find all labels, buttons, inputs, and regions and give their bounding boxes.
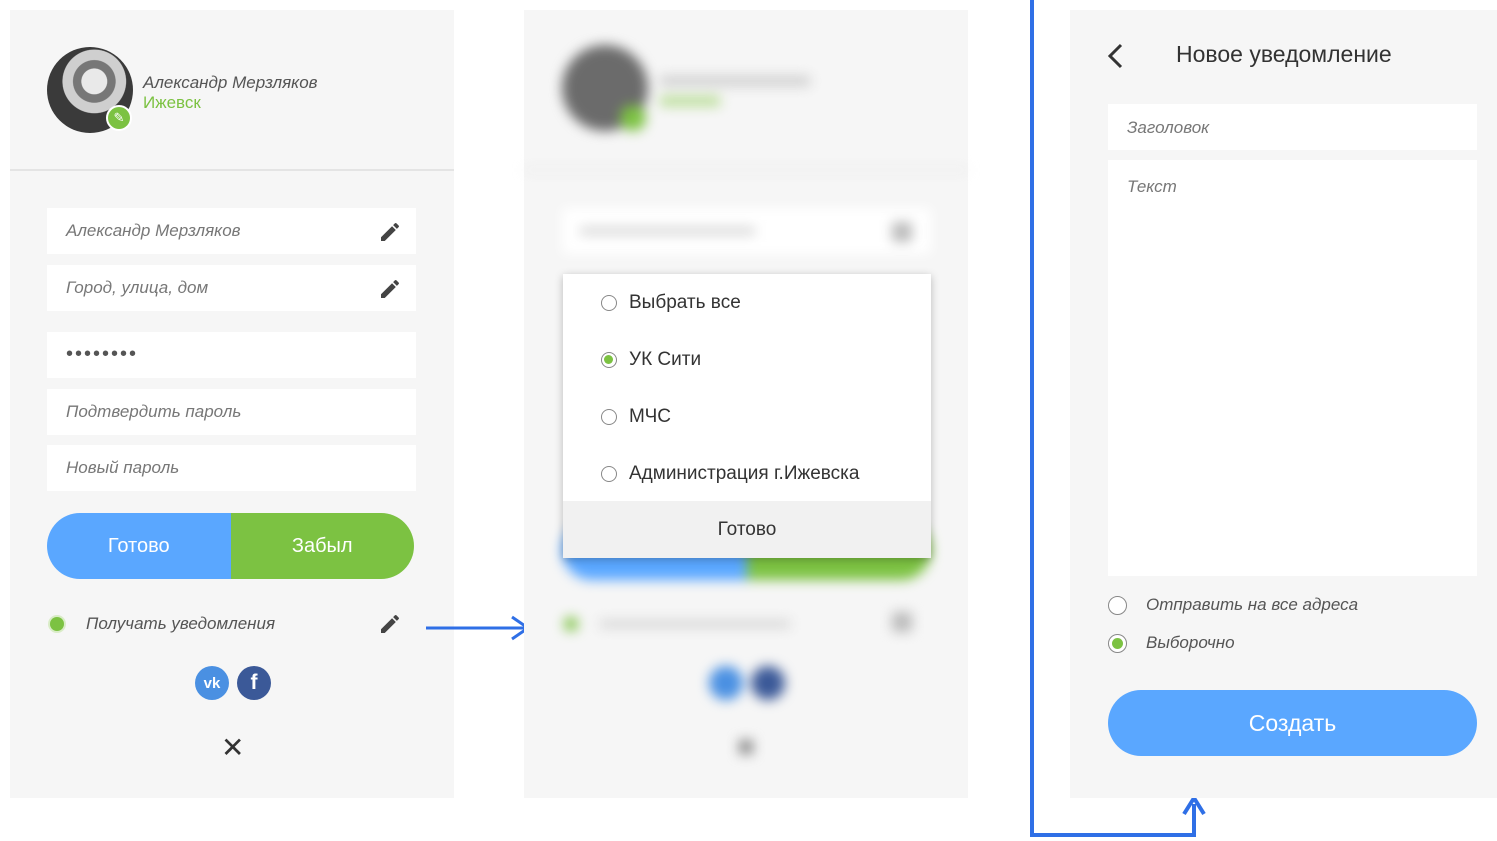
facebook-icon[interactable]: f bbox=[237, 666, 271, 700]
radio-icon bbox=[1108, 595, 1127, 615]
name-field[interactable]: Александр Мерзляков bbox=[47, 208, 416, 254]
popup-option-label: Администрация г.Ижевска bbox=[629, 463, 860, 484]
radio-icon bbox=[601, 409, 617, 425]
popup-option-select-all[interactable]: Выбрать все bbox=[601, 292, 741, 314]
profile-name: Александр Мерзляков bbox=[143, 73, 318, 92]
close-icon[interactable]: ✕ bbox=[221, 731, 244, 764]
address-field-placeholder: Город, улица, дом bbox=[66, 278, 209, 297]
popup-option-administration[interactable]: Администрация г.Ижевска bbox=[601, 463, 859, 485]
option-send-all[interactable]: Отправить на все адреса bbox=[1108, 595, 1358, 615]
notifications-radio[interactable] bbox=[50, 617, 64, 631]
edit-name-pencil-icon[interactable] bbox=[378, 220, 402, 244]
edit-address-pencil-icon[interactable] bbox=[378, 277, 402, 301]
back-chevron-icon[interactable] bbox=[1103, 40, 1129, 72]
heading-placeholder: Заголовок bbox=[1127, 118, 1210, 137]
option-selective[interactable]: Выборочно bbox=[1108, 633, 1235, 653]
popup-done-button[interactable]: Готово bbox=[563, 501, 931, 558]
done-button[interactable]: Готово bbox=[47, 513, 231, 579]
radio-checked-icon bbox=[601, 352, 617, 368]
header-divider bbox=[10, 169, 454, 171]
option-send-all-label: Отправить на все адреса bbox=[1146, 595, 1359, 614]
radio-icon bbox=[601, 466, 617, 482]
popup-option-uk-city[interactable]: УК Сити bbox=[601, 349, 701, 371]
create-button[interactable]: Создать bbox=[1108, 690, 1477, 756]
text-placeholder: Текст bbox=[1127, 177, 1177, 196]
profile-city: Ижевск bbox=[143, 93, 201, 112]
heading-input[interactable]: Заголовок bbox=[1108, 104, 1477, 150]
popup-option-label: МЧС bbox=[629, 406, 671, 427]
popup-option-mchs[interactable]: МЧС bbox=[601, 406, 671, 428]
vk-icon[interactable]: vk bbox=[195, 666, 229, 700]
confirm-password-field[interactable]: Подтвердить пароль bbox=[47, 389, 416, 435]
new-password-placeholder: Новый пароль bbox=[66, 458, 180, 477]
flow-arrow-right bbox=[426, 615, 531, 641]
edit-avatar-icon[interactable]: ✎ bbox=[106, 105, 132, 131]
name-field-value: Александр Мерзляков bbox=[66, 221, 241, 240]
password-field[interactable]: •••••••• bbox=[47, 332, 416, 378]
option-selective-label: Выборочно bbox=[1146, 633, 1235, 652]
popup-option-label: Выбрать все bbox=[629, 292, 741, 313]
profile-buttons: Готово Забыл bbox=[47, 513, 414, 579]
address-field[interactable]: Город, улица, дом bbox=[47, 265, 416, 311]
popup-option-label: УК Сити bbox=[629, 349, 702, 370]
confirm-password-placeholder: Подтвердить пароль bbox=[66, 402, 242, 421]
radio-icon bbox=[601, 295, 617, 311]
radio-checked-icon bbox=[1108, 633, 1127, 653]
recipient-popup: Выбрать все УК Сити МЧС Администрация г.… bbox=[563, 274, 931, 558]
new-password-field[interactable]: Новый пароль bbox=[47, 445, 416, 491]
page-title: Новое уведомление bbox=[1176, 41, 1392, 67]
password-mask: •••••••• bbox=[66, 343, 139, 365]
edit-notifications-pencil-icon[interactable] bbox=[378, 612, 402, 636]
forgot-button[interactable]: Забыл bbox=[230, 513, 414, 579]
notifications-label: Получать уведомления bbox=[86, 614, 276, 633]
text-area[interactable]: Текст bbox=[1108, 160, 1477, 576]
